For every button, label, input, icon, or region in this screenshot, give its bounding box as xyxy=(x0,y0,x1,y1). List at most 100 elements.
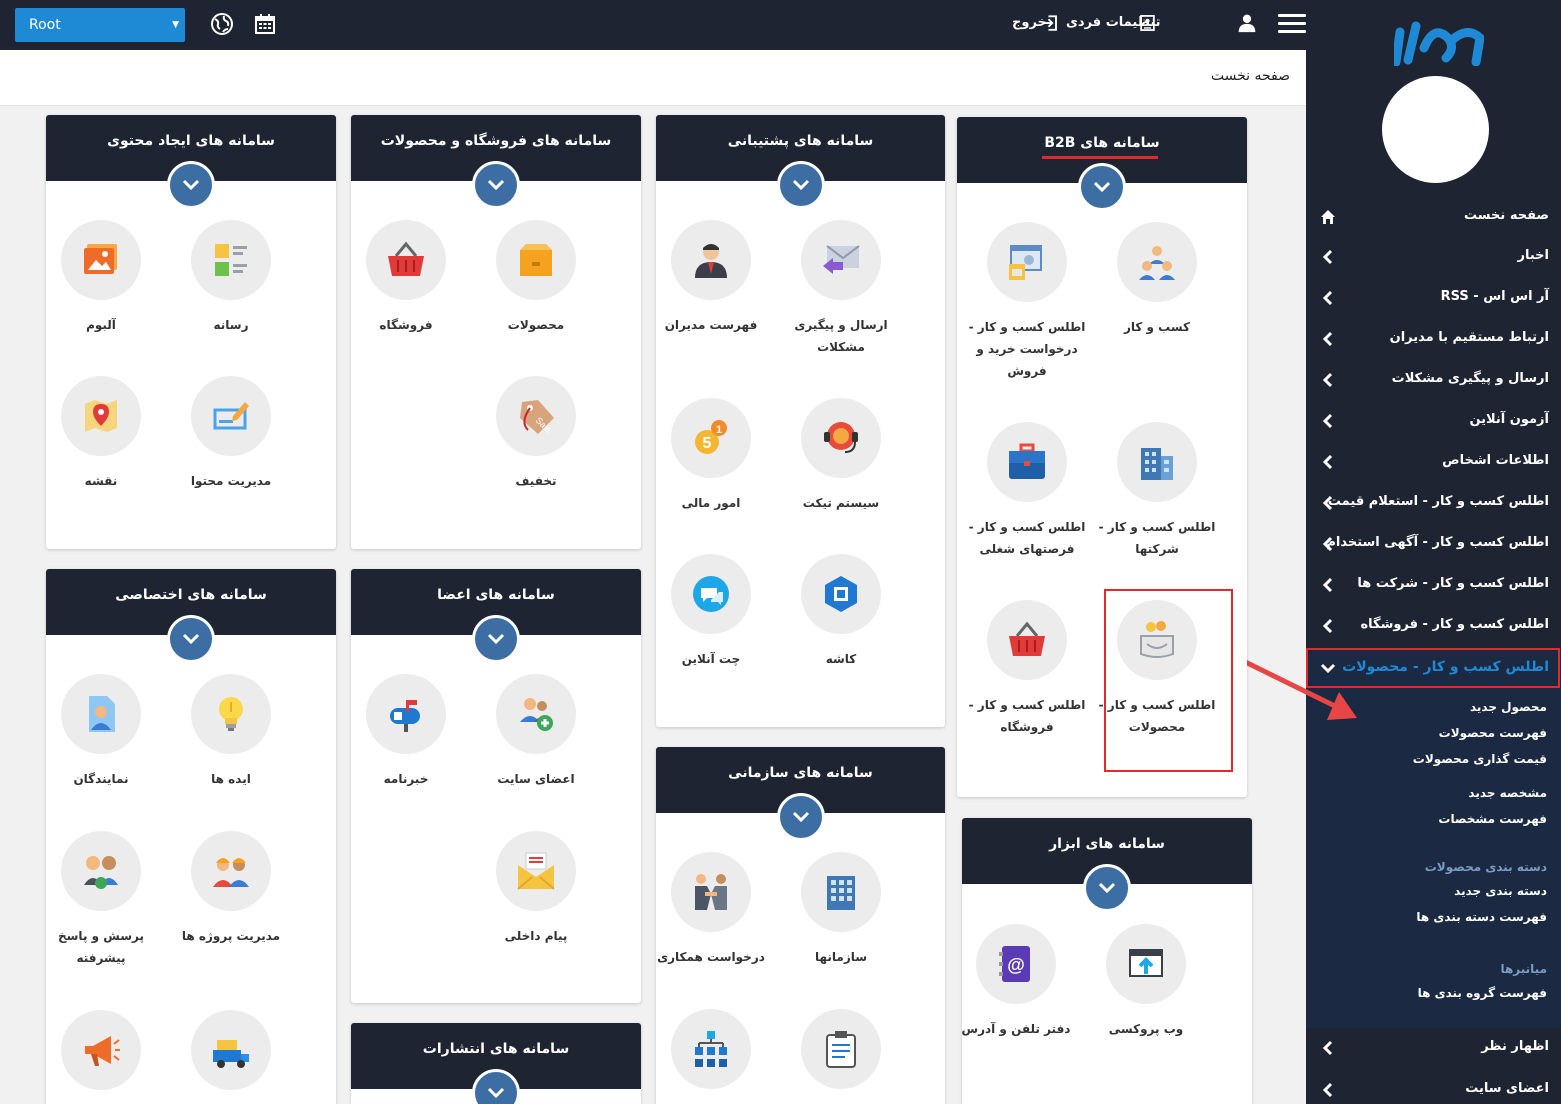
tile-label: تخفیف xyxy=(515,474,557,488)
chevron-left-icon xyxy=(1320,1082,1336,1098)
sidebar-item-label: صفحه نخست xyxy=(1464,208,1549,223)
tile-basket[interactable]: فروشگاه xyxy=(351,220,471,336)
card-title: سامانه های انتشارات xyxy=(422,1041,570,1057)
tile-building[interactable]: اطلس کسب و کار - شرکتها xyxy=(1092,422,1222,560)
tile-add-users[interactable]: اعضای سایت xyxy=(471,674,601,790)
sidebar-item-8[interactable]: اطلس کسب و کار - آگهی استخدام xyxy=(1306,524,1561,564)
sidebar-item-9[interactable]: اطلس کسب و کار - شرکت ها xyxy=(1306,565,1561,605)
tile-support-headset[interactable]: سیستم تیکت xyxy=(776,398,906,514)
submenu-item[interactable]: فهرست محصولات xyxy=(1439,726,1547,740)
tile-label: مدیریت پروژه ها xyxy=(181,929,281,943)
tile-purchase-request[interactable]: اطلس کسب و کار - درخواست خرید و فروش xyxy=(962,222,1092,382)
tile-highlight-box xyxy=(1104,589,1233,772)
top-bar: Root ▼ خروج تنظیمات فردی xyxy=(0,0,1306,50)
tile-representative[interactable]: نمایندگان xyxy=(46,674,166,790)
tile-mail-reply[interactable]: ارسال و پیگیری مشکلات xyxy=(776,220,906,358)
chevron-down-icon[interactable] xyxy=(776,793,825,841)
sidebar-item-6[interactable]: اطلاعات اشخاص xyxy=(1306,442,1561,482)
calendar-icon[interactable] xyxy=(253,12,277,36)
submenu-item[interactable]: فهرست گروه بندی ها xyxy=(1418,986,1547,1000)
card-title: سامانه های اختصاصی xyxy=(115,587,267,603)
tile-label: ایده ها xyxy=(211,772,251,786)
tile-chat[interactable]: چت آنلاین xyxy=(656,554,776,670)
title-underline-highlight xyxy=(1042,156,1158,159)
sidebar-item-label: آر اس اس - RSS xyxy=(1440,289,1549,304)
submenu-item[interactable]: دسته بندی جدید xyxy=(1454,884,1547,898)
root-select[interactable]: Root ▼ xyxy=(15,8,185,42)
tile-manager[interactable]: فهرست مدیران xyxy=(656,220,776,336)
chevron-down-icon[interactable] xyxy=(1078,163,1126,211)
chevron-down-icon[interactable] xyxy=(472,161,520,209)
tile-label: دفتر تلفن و آدرس xyxy=(962,1022,1071,1036)
tile-clipboard[interactable] xyxy=(776,1009,906,1103)
tile-edit-content[interactable]: مدیریت محتوا xyxy=(166,376,296,492)
card-publish: سامانه های انتشارات xyxy=(351,1023,641,1104)
tile-briefcase[interactable]: اطلس کسب و کار - فرصتهای شغلی xyxy=(962,422,1092,560)
hamburger-menu-icon[interactable] xyxy=(1278,14,1306,36)
card-special: سامانه های اختصاصی ایده ها نمایندگان مدیریت… xyxy=(46,569,336,1104)
representative-icon xyxy=(61,674,141,754)
tile-truck[interactable] xyxy=(166,1010,296,1104)
submenu-item[interactable]: مشخصه جدید xyxy=(1468,786,1547,800)
card-title: سامانه های B2B xyxy=(957,135,1247,151)
sidebar-item-after-1[interactable]: اعضای سایت xyxy=(1306,1070,1561,1104)
logout-icon[interactable] xyxy=(1041,14,1059,32)
submenu-heading: دسته بندی محصولات xyxy=(1424,860,1547,874)
chevron-down-icon[interactable] xyxy=(1083,864,1131,912)
tile-label: اطلس کسب و کار - درخواست خرید و فروش xyxy=(968,320,1086,378)
tile-organization[interactable]: سازمانها xyxy=(776,852,906,968)
card-title: سامانه های ابزار xyxy=(1049,836,1165,852)
tile-mailbox[interactable]: خبرنامه xyxy=(351,674,471,790)
card-title-highlight: B2B xyxy=(1044,135,1076,151)
tile-chip[interactable]: کاشه xyxy=(776,554,906,670)
sidebar-item-5[interactable]: آزمون آنلاین xyxy=(1306,401,1561,441)
tile-map[interactable]: نقشه xyxy=(46,376,166,492)
submenu-item[interactable]: قیمت گذاری محصولات xyxy=(1413,752,1547,766)
submenu-item[interactable]: فهرست دسته بندی ها xyxy=(1416,910,1547,924)
home-icon xyxy=(1320,209,1336,225)
tile-label: امور مالی xyxy=(681,496,741,510)
tile-basket[interactable]: اطلس کسب و کار - فروشگاه xyxy=(962,600,1092,738)
avatar[interactable] xyxy=(1382,76,1489,183)
chevron-down-icon[interactable] xyxy=(167,615,215,663)
sidebar-item-2[interactable]: آر اس اس - RSS xyxy=(1306,278,1561,318)
tile-workers[interactable]: مدیریت پروژه ها xyxy=(166,831,296,947)
tile-coins[interactable]: 5 1 امور مالی xyxy=(656,398,776,514)
chevron-down-icon[interactable] xyxy=(167,161,215,209)
globe-icon[interactable] xyxy=(210,12,234,36)
tile-web-proxy[interactable]: وب پروکسی xyxy=(1081,924,1211,1040)
qa-icon xyxy=(61,831,141,911)
tile-album[interactable]: آلبوم xyxy=(46,220,166,336)
tile-business-people[interactable]: کسب و کار xyxy=(1092,222,1222,338)
tile-lightbulb[interactable]: ایده ها xyxy=(166,674,296,790)
user-icon[interactable] xyxy=(1237,13,1257,33)
tile-product-box[interactable]: محصولات xyxy=(471,220,601,336)
sidebar-item-7[interactable]: اطلس کسب و کار - استعلام قیمت xyxy=(1306,483,1561,523)
tile-envelope[interactable]: پیام داخلی xyxy=(471,831,601,947)
tile-qa[interactable]: پرسش و پاسخ پیشرفته xyxy=(46,831,166,969)
id-card-icon[interactable] xyxy=(1139,14,1156,32)
sidebar-item-3[interactable]: ارتباط مستقیم با مدیران xyxy=(1306,319,1561,359)
tile-label: نمایندگان xyxy=(73,772,129,786)
tile-hierarchy[interactable] xyxy=(656,1009,776,1103)
submenu-item[interactable]: فهرست مشخصات xyxy=(1438,812,1547,826)
tile-address-book[interactable]: @ دفتر تلفن و آدرس xyxy=(962,924,1081,1040)
sidebar-item-4[interactable]: ارسال و پیگیری مشکلات xyxy=(1306,360,1561,400)
add-users-icon xyxy=(496,674,576,754)
tile-sale-tag[interactable]: Sale تخفیف xyxy=(471,376,601,492)
sidebar-item-1[interactable]: اخبار xyxy=(1306,237,1561,277)
card-content: سامانه های ایجاد محتوی رسانه آلبوم مدیریت م… xyxy=(46,115,336,549)
submenu-item[interactable]: محصول جدید xyxy=(1470,700,1547,714)
chevron-left-icon xyxy=(1320,1040,1336,1056)
chevron-left-icon xyxy=(1320,331,1336,347)
tile-media[interactable]: رسانه xyxy=(166,220,296,336)
sidebar-item-0[interactable]: صفحه نخست xyxy=(1306,197,1561,237)
tile-label: آلبوم xyxy=(86,318,116,332)
chevron-left-icon xyxy=(1320,372,1336,388)
chevron-down-icon[interactable] xyxy=(472,615,520,663)
tile-handshake[interactable]: درخواست همکاری xyxy=(656,852,776,968)
sidebar-item-after-0[interactable]: اظهار نظر xyxy=(1306,1028,1561,1068)
caret-down-icon: ▼ xyxy=(172,20,179,30)
tile-megaphone[interactable] xyxy=(46,1010,166,1104)
chevron-down-icon[interactable] xyxy=(776,161,825,209)
